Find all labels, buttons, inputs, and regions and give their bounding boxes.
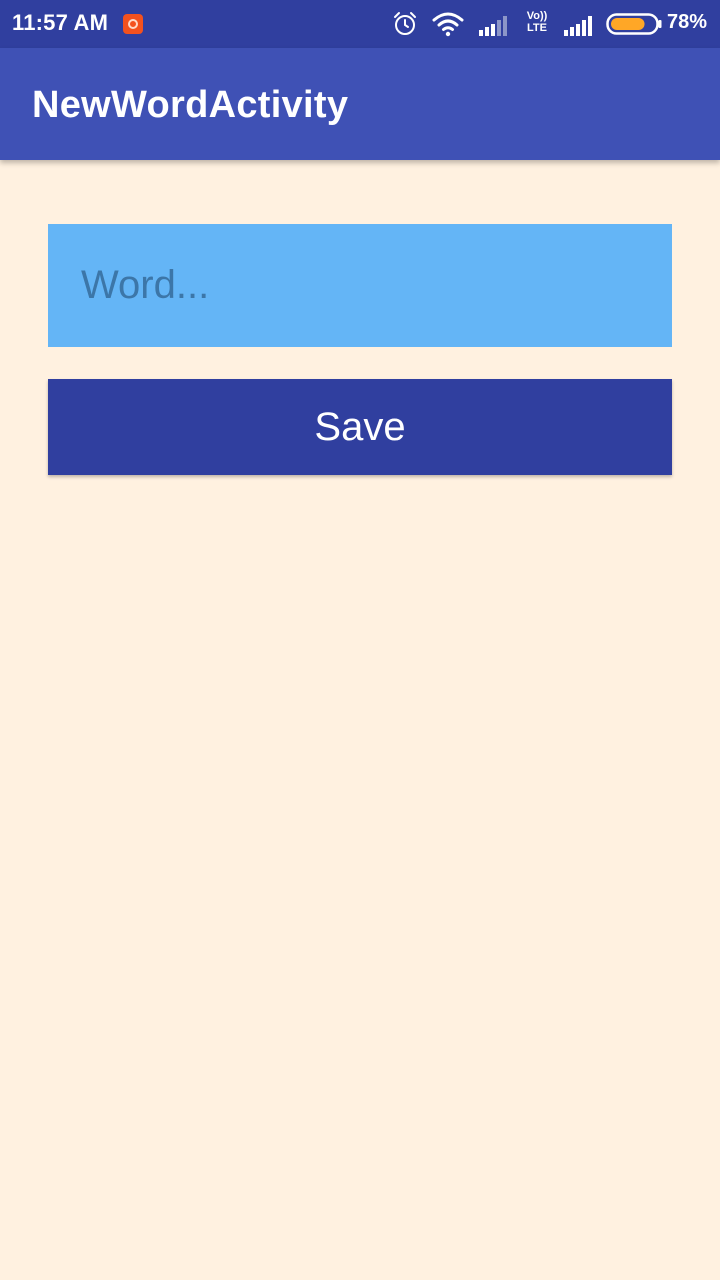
save-button[interactable]: Save bbox=[48, 379, 672, 475]
word-input[interactable] bbox=[48, 224, 672, 347]
status-bar: 11:57 AM Vo)) LTE 78% bbox=[0, 0, 720, 48]
battery-percent: 78% bbox=[667, 11, 708, 33]
volte-icon: Vo)) LTE bbox=[526, 10, 548, 34]
signal-icon bbox=[479, 16, 507, 36]
notification-icon bbox=[123, 14, 143, 34]
signal-icon bbox=[564, 16, 592, 36]
wifi-icon bbox=[432, 12, 464, 37]
status-time: 11:57 AM bbox=[12, 10, 109, 35]
battery-icon bbox=[606, 13, 662, 35]
app-bar: NewWordActivity bbox=[0, 48, 720, 160]
page-title: NewWordActivity bbox=[32, 84, 349, 126]
alarm-icon bbox=[394, 12, 416, 35]
